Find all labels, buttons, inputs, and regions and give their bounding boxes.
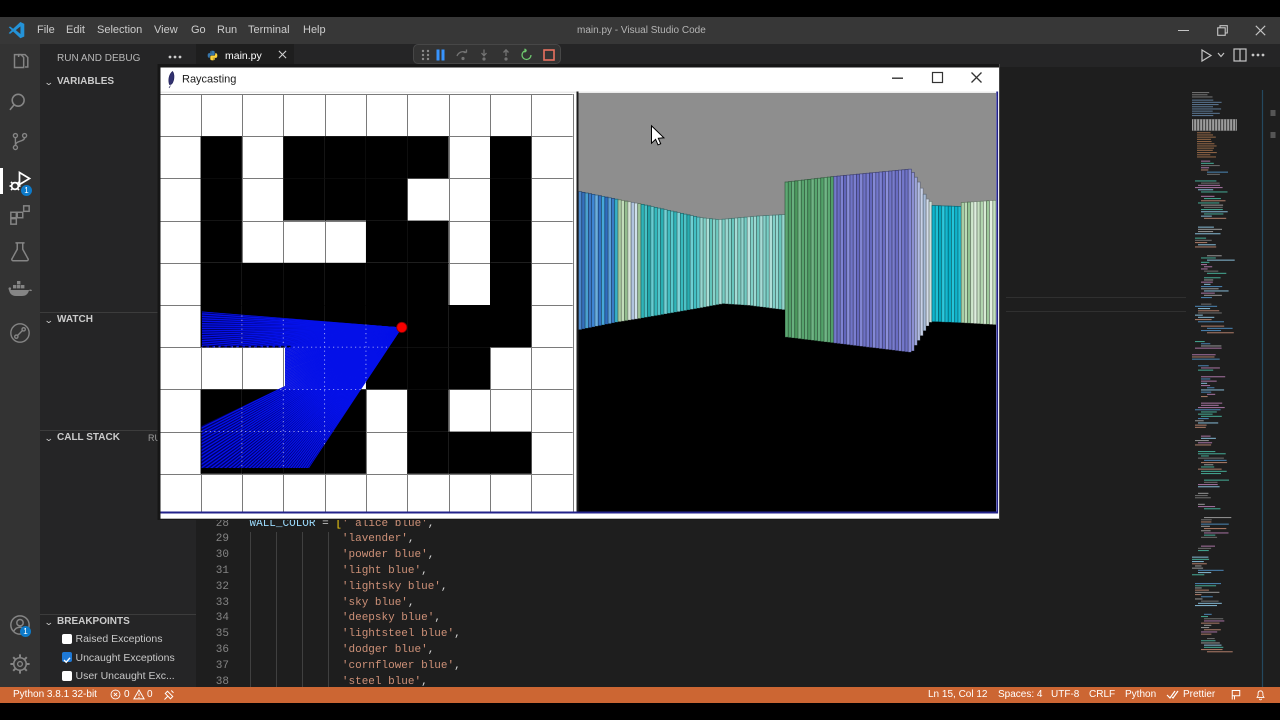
svg-text:Raycasting: Raycasting [182,74,236,86]
